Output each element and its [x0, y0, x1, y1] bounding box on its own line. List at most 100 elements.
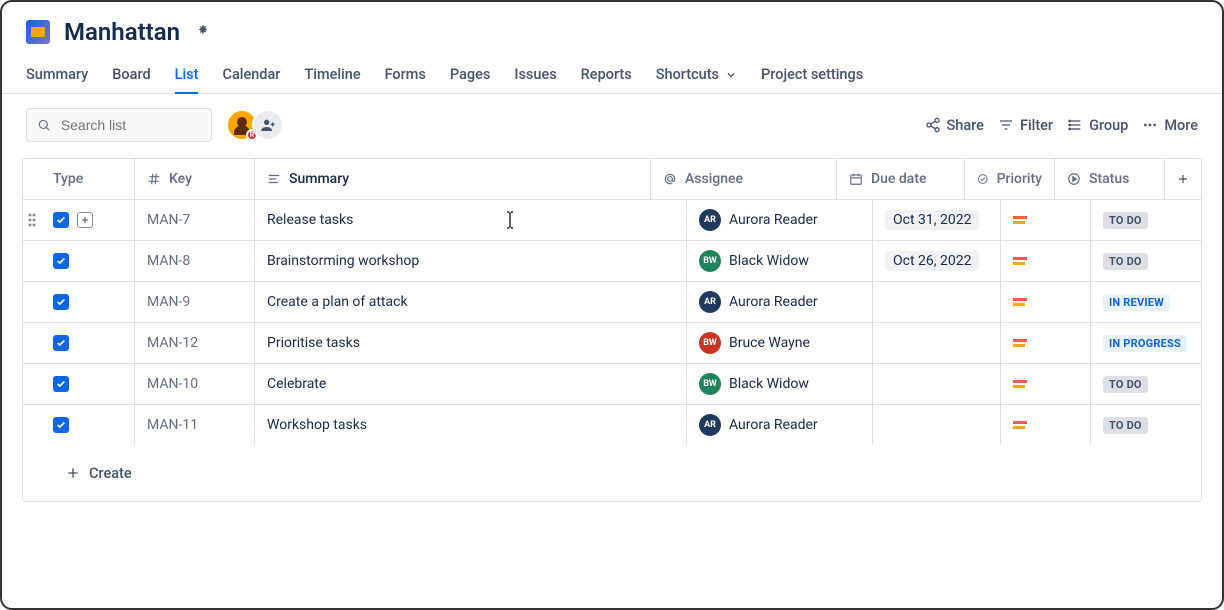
col-assignee[interactable]: Assignee: [651, 159, 837, 199]
issue-key[interactable]: MAN-12: [147, 335, 198, 351]
issue-summary[interactable]: Celebrate: [267, 376, 326, 392]
tab-summary[interactable]: Summary: [26, 58, 88, 93]
more-label: More: [1164, 117, 1198, 134]
table-row[interactable]: MAN-11 Workshop tasks AR Aurora Reader TO DO: [23, 405, 1201, 445]
project-title: Manhattan: [64, 18, 180, 46]
tab-timeline[interactable]: Timeline: [304, 58, 360, 93]
assignee-avatar[interactable]: BW: [699, 250, 721, 272]
assignee-name[interactable]: Aurora Reader: [729, 212, 818, 228]
filter-label: Filter: [1020, 117, 1053, 134]
tab-pages[interactable]: Pages: [450, 58, 490, 93]
share-icon: [925, 117, 941, 133]
group-label: Group: [1089, 117, 1128, 134]
search-icon: [37, 117, 51, 133]
tab-reports[interactable]: Reports: [581, 58, 632, 93]
col-summary[interactable]: Summary: [255, 159, 651, 199]
issue-summary[interactable]: Release tasks: [267, 212, 353, 228]
col-priority[interactable]: Priority: [965, 159, 1055, 199]
more-icon: [1142, 117, 1158, 133]
col-status[interactable]: Status: [1055, 159, 1165, 199]
issue-list: Type Key Summary Assignee Due date Prior…: [22, 158, 1202, 502]
text-icon: [267, 172, 281, 186]
assignee-avatar[interactable]: AR: [699, 209, 721, 231]
search-input-wrapper[interactable]: [26, 108, 212, 142]
drag-handle-icon[interactable]: [27, 212, 37, 228]
tab-shortcuts[interactable]: Shortcuts: [656, 58, 737, 93]
status-badge[interactable]: TO DO: [1103, 212, 1148, 229]
priority-medium-icon[interactable]: [1013, 257, 1027, 265]
col-key[interactable]: Key: [135, 159, 255, 199]
status-badge[interactable]: TO DO: [1103, 253, 1148, 270]
group-icon: [1067, 117, 1083, 133]
issue-summary[interactable]: Prioritise tasks: [267, 335, 360, 351]
status-badge[interactable]: IN REVIEW: [1103, 294, 1170, 311]
table-row[interactable]: MAN-9 Create a plan of attack AR Aurora Rea…: [23, 282, 1201, 323]
priority-header-icon: [977, 172, 989, 186]
col-type[interactable]: Type: [41, 159, 135, 199]
customize-icon[interactable]: [194, 23, 212, 41]
status-badge[interactable]: TO DO: [1103, 417, 1148, 434]
create-label: Create: [89, 465, 132, 482]
filter-button[interactable]: Filter: [998, 113, 1053, 138]
priority-medium-icon[interactable]: [1013, 339, 1027, 347]
add-column-button[interactable]: [1165, 159, 1201, 199]
table-row[interactable]: + MAN-7 Release tasks AR Aurora Reader Oct 31…: [23, 200, 1201, 241]
issue-key[interactable]: MAN-7: [147, 212, 190, 228]
table-row[interactable]: MAN-12 Prioritise tasks BW Bruce Wayne IN PR…: [23, 323, 1201, 364]
priority-medium-icon[interactable]: [1013, 421, 1027, 429]
tab-forms[interactable]: Forms: [385, 58, 426, 93]
issue-key[interactable]: MAN-11: [147, 417, 198, 433]
status-header-icon: [1067, 172, 1081, 186]
plus-icon: [65, 465, 81, 481]
tab-board[interactable]: Board: [112, 58, 150, 93]
due-date[interactable]: Oct 26, 2022: [885, 251, 979, 271]
due-date[interactable]: Oct 31, 2022: [885, 210, 979, 230]
table-row[interactable]: MAN-10 Celebrate BW Black Widow TO DO: [23, 364, 1201, 405]
assignee-avatar[interactable]: AR: [699, 414, 721, 436]
task-type-checkbox[interactable]: [53, 253, 69, 269]
tab-list[interactable]: List: [175, 58, 199, 93]
task-type-checkbox[interactable]: [53, 376, 69, 392]
issue-summary[interactable]: Workshop tasks: [267, 417, 367, 433]
priority-medium-icon[interactable]: [1013, 298, 1027, 306]
assignee-name[interactable]: Black Widow: [729, 253, 809, 269]
project-icon[interactable]: [26, 20, 50, 44]
status-badge[interactable]: IN PROGRESS: [1103, 335, 1187, 352]
project-tabs: Summary Board List Calendar Timeline Forms Pag…: [2, 58, 1222, 94]
assignee-avatar[interactable]: BW: [699, 373, 721, 395]
search-input[interactable]: [59, 116, 201, 134]
assignee-avatar[interactable]: AR: [699, 291, 721, 313]
priority-medium-icon[interactable]: [1013, 216, 1027, 224]
share-label: Share: [947, 117, 984, 134]
tab-calendar[interactable]: Calendar: [222, 58, 280, 93]
issue-summary[interactable]: Create a plan of attack: [267, 294, 408, 310]
assignee-avatar[interactable]: BW: [699, 332, 721, 354]
task-type-checkbox[interactable]: [53, 212, 69, 228]
assignee-name[interactable]: Aurora Reader: [729, 294, 818, 310]
tab-project-settings[interactable]: Project settings: [761, 58, 863, 93]
issue-key[interactable]: MAN-10: [147, 376, 198, 392]
task-type-checkbox[interactable]: [53, 335, 69, 351]
assignee-name[interactable]: Bruce Wayne: [729, 335, 810, 351]
table-row[interactable]: MAN-8 Brainstorming workshop BW Black Widow…: [23, 241, 1201, 282]
issue-summary[interactable]: Brainstorming workshop: [267, 253, 419, 269]
filter-icon: [998, 117, 1014, 133]
col-duedate[interactable]: Due date: [837, 159, 965, 199]
add-people-button[interactable]: [252, 109, 284, 141]
add-subtask-button[interactable]: +: [77, 212, 93, 228]
more-button[interactable]: More: [1142, 113, 1198, 138]
tab-issues[interactable]: Issues: [514, 58, 556, 93]
status-badge[interactable]: TO DO: [1103, 376, 1148, 393]
priority-medium-icon[interactable]: [1013, 380, 1027, 388]
issue-key[interactable]: MAN-8: [147, 253, 190, 269]
hash-icon: [147, 172, 161, 186]
task-type-checkbox[interactable]: [53, 417, 69, 433]
create-issue-button[interactable]: Create: [23, 445, 132, 501]
group-button[interactable]: Group: [1067, 113, 1128, 138]
assignee-name[interactable]: Aurora Reader: [729, 417, 818, 433]
share-button[interactable]: Share: [925, 113, 984, 138]
assignee-name[interactable]: Black Widow: [729, 376, 809, 392]
task-type-checkbox[interactable]: [53, 294, 69, 310]
plus-icon: [1177, 172, 1189, 186]
issue-key[interactable]: MAN-9: [147, 294, 190, 310]
